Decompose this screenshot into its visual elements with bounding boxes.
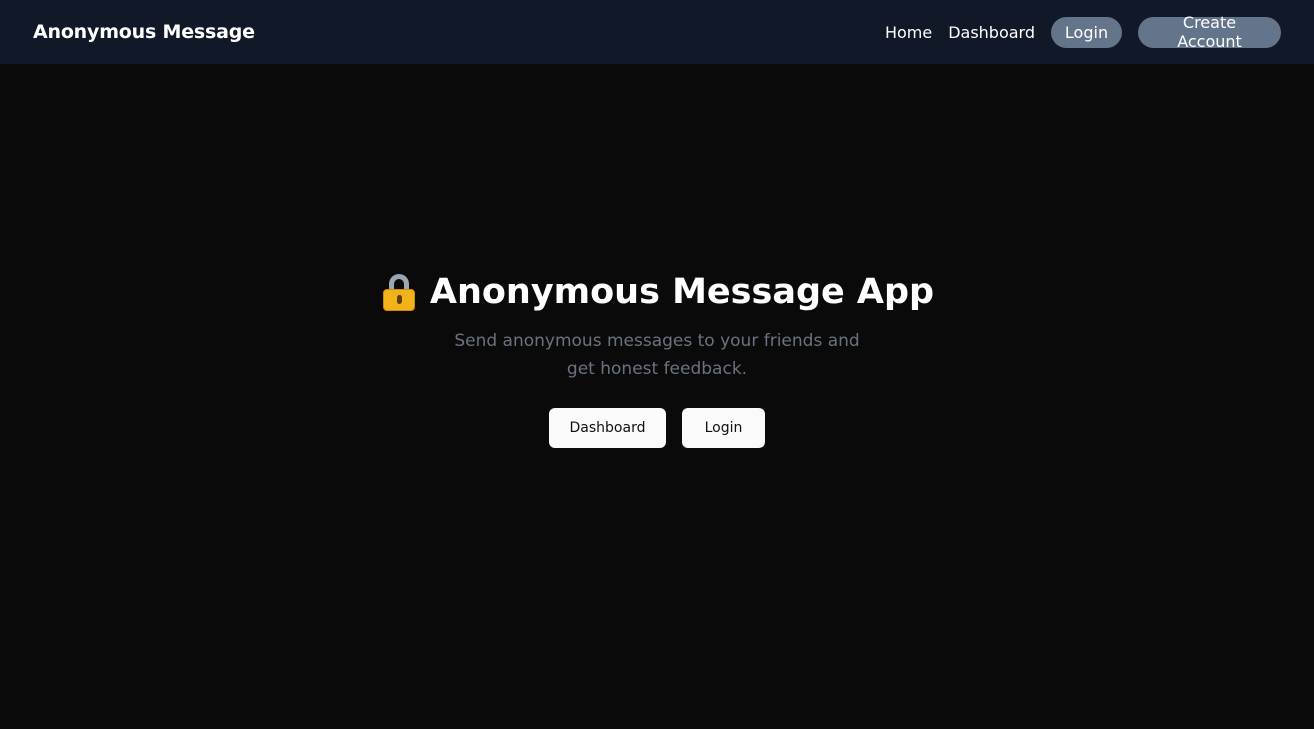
brand-title[interactable]: Anonymous Message — [33, 21, 255, 43]
hero-dashboard-button[interactable]: Dashboard — [549, 407, 666, 448]
hero-login-button[interactable]: Login — [682, 407, 765, 448]
nav-login-button[interactable]: Login — [1051, 16, 1122, 48]
hero-actions: Dashboard Login — [549, 407, 765, 448]
hero-section: Anonymous Message App Send anonymous mes… — [0, 64, 1314, 729]
lock-icon — [380, 273, 418, 311]
hero-heading: Anonymous Message App — [380, 272, 934, 312]
lock-keyhole — [396, 294, 402, 304]
nav-link-dashboard[interactable]: Dashboard — [948, 23, 1035, 42]
hero-subtitle: Send anonymous messages to your friends … — [454, 330, 860, 379]
hero-title: Anonymous Message App — [429, 271, 935, 312]
nav-create-account-button[interactable]: Create Account — [1138, 13, 1281, 51]
navbar: Anonymous Message Home Dashboard Login C… — [0, 0, 1314, 64]
nav-link-home[interactable]: Home — [885, 23, 932, 42]
nav-menu: Home Dashboard Login Create Account — [885, 13, 1281, 51]
